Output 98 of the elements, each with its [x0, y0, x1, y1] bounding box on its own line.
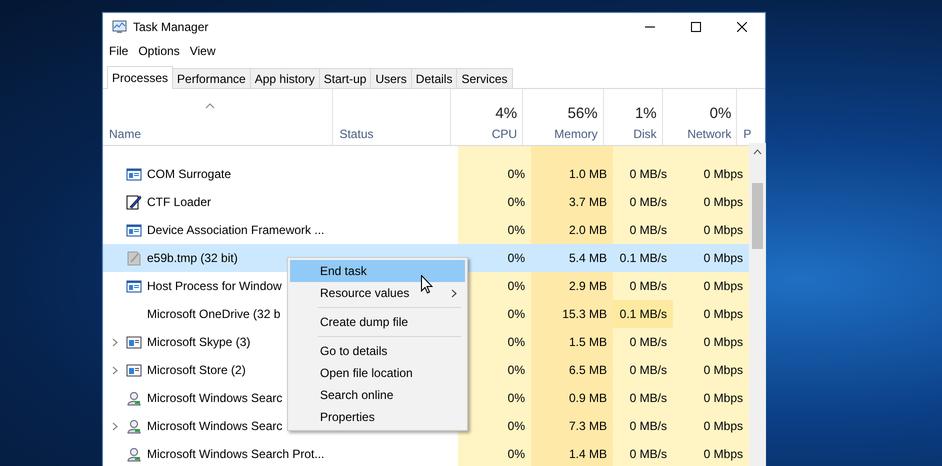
memory-value: 3.7 MB	[531, 188, 613, 216]
column-header[interactable]: Network	[687, 127, 732, 141]
network-value: 0 Mbps	[673, 244, 749, 272]
maximize-icon[interactable]	[691, 22, 701, 32]
sort-caret-icon	[205, 103, 215, 109]
menu-item[interactable]: File	[109, 44, 128, 60]
disk-value: 0 MB/s	[613, 160, 673, 188]
file-icon	[126, 250, 142, 266]
cpu-value: 0%	[458, 216, 531, 244]
tab[interactable]: Performance	[172, 68, 251, 88]
disk-value: 0 MB/s	[613, 412, 673, 440]
cpu-value: 0%	[458, 244, 531, 272]
process-name: Microsoft Windows Searc	[147, 419, 282, 433]
column-header[interactable]: Memory	[554, 127, 598, 141]
process-name: Microsoft Windows Search Prot...	[147, 447, 324, 461]
network-value: 0 Mbps	[673, 216, 749, 244]
network-value: 0 Mbps	[673, 356, 749, 384]
process-name: COM Surrogate	[147, 167, 232, 181]
monitor-chart-icon	[111, 19, 127, 35]
tab[interactable]: Users	[370, 68, 412, 88]
cpu-value: 0%	[458, 160, 531, 188]
process-name: CTF Loader	[147, 195, 212, 209]
expand-chevron-icon[interactable]	[112, 338, 118, 346]
window-icon	[126, 222, 142, 238]
user-search-icon	[126, 446, 142, 462]
disk-value: 0 MB/s	[613, 188, 673, 216]
memory-value: 1.0 MB	[531, 160, 613, 188]
table-cell[interactable]: COM Surrogate	[103, 160, 338, 188]
column-header[interactable]: Disk	[633, 127, 657, 141]
network-value: 0 Mbps	[673, 440, 749, 466]
column-header[interactable]: Status	[339, 127, 446, 141]
scrollbar-thumb[interactable]	[752, 183, 763, 249]
disk-value: 0.1 MB/s	[613, 300, 673, 328]
column-percent: 1%	[634, 105, 657, 122]
memory-value: 1.5 MB	[531, 328, 613, 356]
disk-value: 0.1 MB/s	[613, 244, 673, 272]
network-value: 0 Mbps	[673, 384, 749, 412]
column-header[interactable]: Name	[109, 127, 328, 141]
menu-item[interactable]: View	[190, 44, 216, 60]
memory-value: 15.3 MB	[531, 300, 613, 328]
memory-value: 5.4 MB	[531, 244, 613, 272]
close-icon[interactable]	[737, 22, 747, 32]
expand-chevron-icon[interactable]	[112, 366, 118, 374]
disk-value: 0 MB/s	[613, 328, 673, 356]
network-value: 0 Mbps	[673, 412, 749, 440]
window-title: Task Manager	[133, 20, 208, 34]
memory-value: 1.4 MB	[531, 440, 613, 466]
memory-value: 2.9 MB	[531, 272, 613, 300]
process-name: Host Process for Window	[147, 279, 282, 293]
tab[interactable]: Processes	[107, 66, 174, 89]
disk-value: 0 MB/s	[613, 356, 673, 384]
memory-value: 0.9 MB	[531, 384, 613, 412]
cpu-value: 0%	[458, 188, 531, 216]
column-header[interactable]: P	[743, 127, 760, 141]
user-search-icon	[126, 390, 142, 406]
scrollbar[interactable]	[749, 143, 766, 466]
mouse-pointer-icon	[421, 275, 433, 294]
column-percent: 56%	[568, 105, 598, 122]
process-name: Device Association Framework ...	[147, 223, 324, 237]
table-cell[interactable]: Device Association Framework ...	[103, 216, 338, 244]
tab[interactable]: Services	[456, 68, 512, 88]
submenu-chevron-icon	[451, 288, 457, 298]
network-value: 0 Mbps	[673, 328, 749, 356]
window-icon	[126, 166, 142, 182]
menu-item[interactable]: End task	[290, 260, 465, 282]
disk-value: 0 MB/s	[613, 216, 673, 244]
network-value: 0 Mbps	[673, 272, 749, 300]
window-icon	[126, 362, 142, 378]
network-value: 0 Mbps	[673, 300, 749, 328]
window-icon	[126, 334, 142, 350]
tab[interactable]: Start-up	[318, 68, 372, 88]
table-cell[interactable]: CTF Loader	[103, 188, 338, 216]
column-header[interactable]: CPU	[492, 127, 518, 141]
column-percent: 4%	[495, 105, 518, 122]
memory-value: 7.3 MB	[531, 412, 613, 440]
menu-item[interactable]: Options	[138, 44, 180, 60]
scroll-up-icon[interactable]	[753, 149, 762, 155]
window-icon	[126, 278, 142, 294]
memory-value: 6.5 MB	[531, 356, 613, 384]
table-cell[interactable]: Microsoft Windows Search Prot...	[103, 440, 338, 466]
process-name: Microsoft Windows Searc	[147, 391, 282, 405]
user-search-icon	[126, 418, 142, 434]
cpu-value: 0%	[458, 412, 531, 440]
tab[interactable]: Details	[410, 68, 458, 88]
process-name: Microsoft Skype (3)	[147, 335, 250, 349]
disk-value: 0 MB/s	[613, 384, 673, 412]
tab[interactable]: App history	[250, 68, 320, 88]
network-value: 0 Mbps	[673, 160, 749, 188]
cpu-value: 0%	[458, 440, 531, 466]
disk-value: 0 MB/s	[613, 272, 673, 300]
pen-icon	[126, 194, 142, 210]
expand-chevron-icon[interactable]	[112, 422, 118, 430]
memory-value: 2.0 MB	[531, 216, 613, 244]
process-name: Microsoft Store (2)	[147, 363, 246, 377]
disk-value: 0 MB/s	[613, 440, 673, 466]
process-name: e59b.tmp (32 bit)	[147, 251, 238, 265]
network-value: 0 Mbps	[673, 188, 749, 216]
column-percent: 0%	[710, 105, 732, 122]
